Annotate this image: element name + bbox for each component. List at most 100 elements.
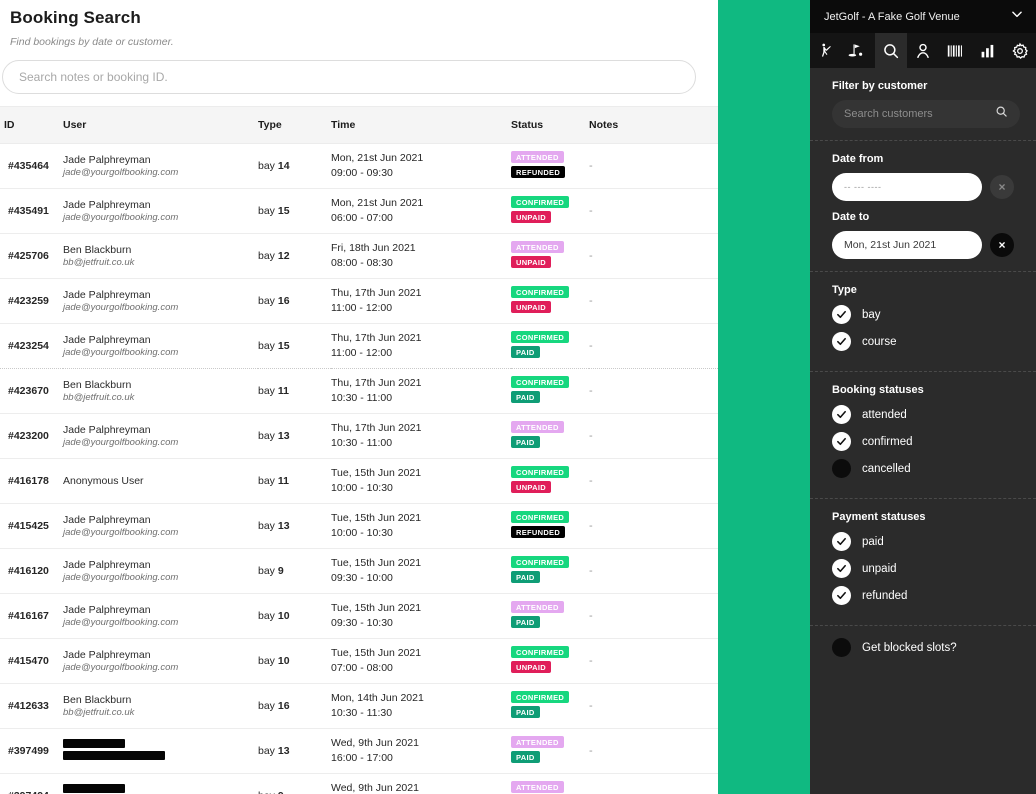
table-row[interactable]: #397499 bay 13 Wed, 9th Jun 2021 16:00 - 17… [0,728,718,774]
table-row[interactable]: #416178 Anonymous User bay 11 Tue, 15th Jun… [0,458,718,504]
notes-cell: - [589,728,718,774]
user-email: jade@yourgolfbooking.com [63,436,179,448]
payment-status-label: Payment statuses [832,511,926,523]
checkbox-checked-icon[interactable] [832,532,851,551]
booking-status-option-cancelled[interactable]: cancelled [832,459,1022,478]
type-option-course[interactable]: course [832,332,1022,351]
status-badge: ATTENDED [511,781,564,793]
customer-search-input[interactable] [844,108,995,120]
booking-date: Mon, 21st Jun 2021 [331,197,424,210]
booking-status-option-attended[interactable]: attended [832,405,1022,424]
blocked-slots-Get blocked slots?[interactable]: Get blocked slots? [832,638,1022,657]
user-cell: Ben Blackburn bb@jetfruit.co.uk [63,683,258,729]
person-icon[interactable] [907,33,939,68]
table-row[interactable]: #397494 bay 9Wed, 9th Jun 202114:00 - 14:… [0,773,718,794]
date-to-block: Date to Mon, 21st Jun 2021 × [832,211,1022,259]
gear-icon[interactable] [1004,33,1036,68]
date-from-input[interactable]: -- --- ---- [832,173,982,201]
page-title: Booking Search [10,8,141,27]
payment-status-option-refunded[interactable]: refunded [832,586,1022,605]
table-row[interactable]: #412633 Ben Blackburn bb@jetfruit.co.uk bay… [0,683,718,729]
status-badge: CONFIRMED [511,331,570,343]
table-row[interactable]: #435491 Jade Palphreyman jade@yourgolfbook… [0,188,718,234]
search-input[interactable] [2,60,696,94]
type-cell: bay 10 [258,593,331,639]
payment-status-option-paid[interactable]: paid [832,532,1022,551]
column-header-type: Type [258,106,331,144]
date-to-input[interactable]: Mon, 21st Jun 2021 [832,231,982,259]
chevron-down-icon[interactable] [1010,7,1024,26]
notes-cell: - [589,278,718,324]
checkbox-unchecked-icon[interactable] [832,459,851,478]
status-badge: CONFIRMED [511,376,570,388]
table-row[interactable]: #425706 Ben Blackburn bb@jetfruit.co.uk bay… [0,233,718,279]
booking-status-option-confirmed[interactable]: confirmed [832,432,1022,451]
notes-cell: - [589,233,718,279]
booking-time: 09:30 - 10:30 [331,617,393,629]
booking-time: 10:30 - 11:00 [331,437,393,449]
table-header: ID User Type Time Status Notes [0,106,718,144]
booking-time: 07:00 - 08:00 [331,662,393,674]
checkbox-checked-icon[interactable] [832,559,851,578]
table-row[interactable]: #423200 Jade Palphreyman jade@yourgolfbook… [0,413,718,459]
notes-cell: - [589,503,718,549]
column-header-time: Time [331,106,511,144]
time-cell: Tue, 15th Jun 2021 10:00 - 10:30 [331,458,511,504]
checkbox-checked-icon[interactable] [832,305,851,324]
booking-id: #412633 [8,700,49,712]
table-row[interactable]: #423254 Jade Palphreyman jade@yourgolfbook… [0,323,718,369]
time-cell: Mon, 21st Jun 2021 06:00 - 07:00 [331,188,511,234]
column-header-user: User [63,106,258,144]
barcode-icon[interactable] [939,33,971,68]
time-cell: Tue, 15th Jun 2021 07:00 - 08:00 [331,638,511,684]
search-icon[interactable] [995,105,1008,123]
golfer-icon[interactable] [810,33,842,68]
payment-status-option-unpaid[interactable]: unpaid [832,559,1022,578]
status-badge: UNPAID [511,661,551,673]
table-row[interactable]: #416167 Jade Palphreyman jade@yourgolfbook… [0,593,718,639]
checkbox-checked-icon[interactable] [832,586,851,605]
customer-search-field[interactable] [832,100,1020,128]
table-row[interactable]: #435464 Jade Palphreyman jade@yourgolfbook… [0,143,718,189]
status-badge: CONFIRMED [511,646,570,658]
date-from-label: Date from [832,153,884,165]
time-cell: Wed, 9th Jun 202114:00 - 14:30 [331,773,511,794]
date-to-clear-button[interactable]: × [990,233,1014,257]
type-cell: bay 10 [258,638,331,684]
status-badge: CONFIRMED [511,511,570,523]
type-option-bay[interactable]: bay [832,305,1022,324]
venue-selector[interactable]: JetGolf - A Fake Golf Venue [810,0,1036,33]
table-row[interactable]: #423259 Jade Palphreyman jade@yourgolfbook… [0,278,718,324]
checkbox-checked-icon[interactable] [832,432,851,451]
user-name: Jade Palphreyman [63,333,151,346]
status-badge: PAID [511,346,540,358]
redacted-user-name [63,739,125,748]
date-from-block: Date from -- --- ---- × [832,153,1022,201]
search-icon[interactable] [874,33,907,68]
date-from-clear-button[interactable]: × [990,175,1014,199]
table-row[interactable]: #415425 Jade Palphreyman jade@yourgolfbook… [0,503,718,549]
bar-chart-icon[interactable] [971,33,1003,68]
green-accent-panel [718,0,810,794]
golf-flag-icon[interactable] [842,33,874,68]
status-badge: ATTENDED [511,241,564,253]
blocked-slots-label: Get blocked slots? [862,641,957,654]
main-content: Booking Search Find bookings by date or … [0,0,718,794]
checkbox-checked-icon[interactable] [832,332,851,351]
user-email: jade@yourgolfbooking.com [63,346,179,358]
booking-id: #416120 [8,565,49,577]
notes-cell: - [589,548,718,594]
table-row[interactable]: #416120 Jade Palphreyman jade@yourgolfbook… [0,548,718,594]
page-header: Booking Search Find bookings by date or … [0,0,718,60]
status-badge: ATTENDED [511,736,564,748]
status-badge: PAID [511,616,540,628]
booking-date: Mon, 21st Jun 2021 [331,152,424,165]
checkbox-checked-icon[interactable] [832,405,851,424]
user-cell [63,773,258,794]
type-cell: bay 13 [258,413,331,459]
status-cell: ATTENDEDPAID [511,773,589,794]
type-cell: bay 16 [258,278,331,324]
table-row[interactable]: #423670 Ben Blackburn bb@jetfruit.co.uk bay… [0,368,718,414]
checkbox-unchecked-icon[interactable] [832,638,851,657]
table-row[interactable]: #415470 Jade Palphreyman jade@yourgolfbook… [0,638,718,684]
